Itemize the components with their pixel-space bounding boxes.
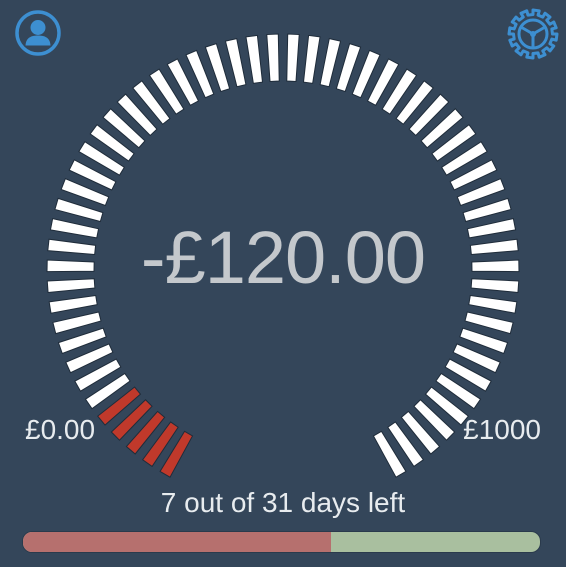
gauge-segment	[286, 33, 300, 82]
gauge-segment	[464, 311, 514, 335]
gauge-segment	[302, 34, 321, 84]
period-progress-elapsed	[23, 532, 331, 552]
gauge-max-label: £1000	[463, 414, 541, 445]
gauge-min-label: £0.00	[25, 414, 96, 445]
balance-amount: -£120.00	[140, 216, 426, 299]
gauge-segment	[48, 294, 98, 314]
period-progress-bar	[23, 532, 540, 552]
days-left-text: 7 out of 31 days left	[160, 487, 406, 518]
gauge-segment	[52, 311, 102, 335]
gauge-segment	[266, 33, 280, 82]
gauge-segment	[468, 294, 518, 314]
gauge-segment	[245, 34, 264, 84]
gauge-segment	[224, 37, 247, 88]
gauge-segment	[319, 37, 342, 88]
